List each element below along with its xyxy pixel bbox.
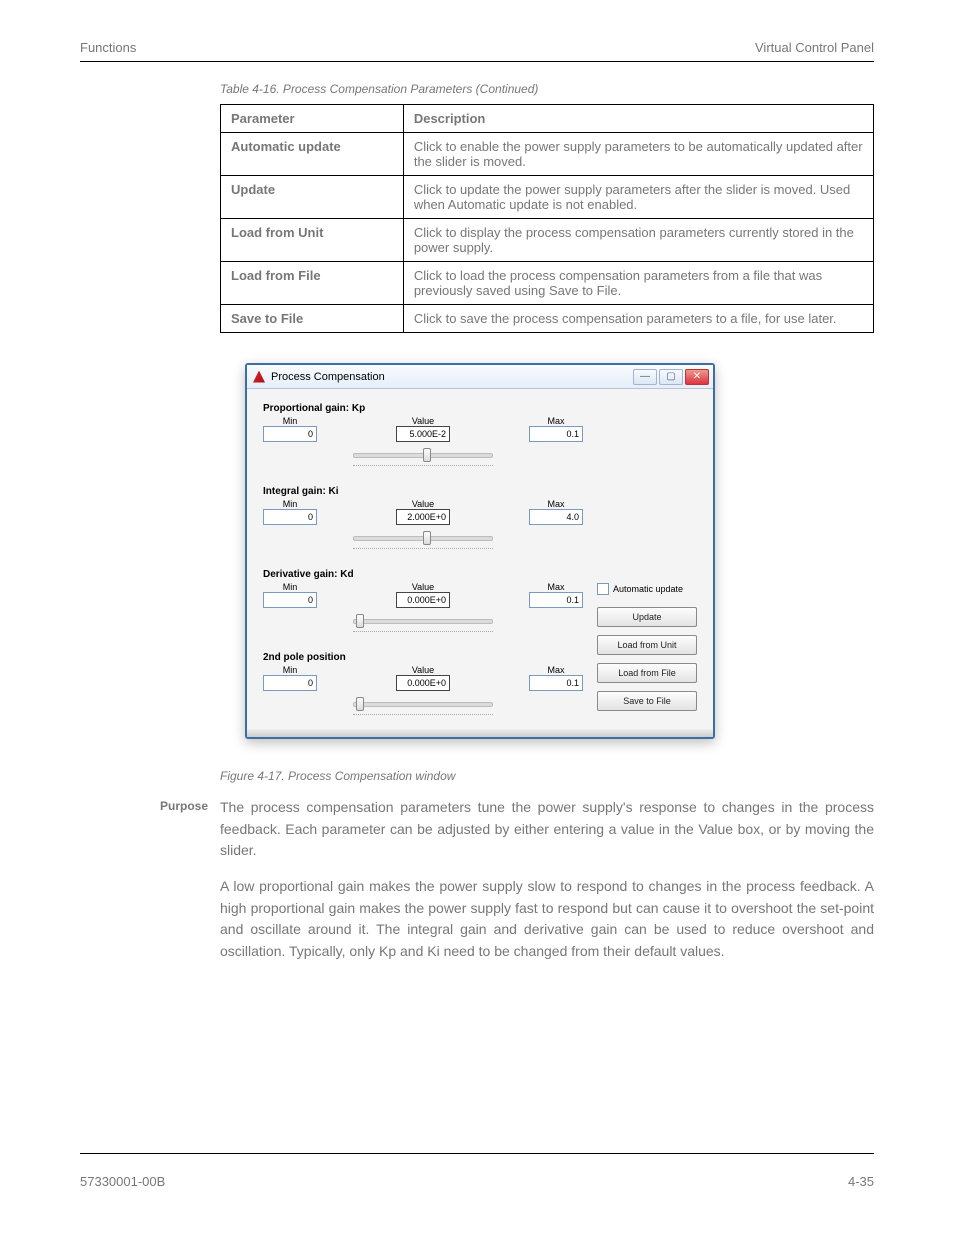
param-name: Load from File xyxy=(221,262,404,305)
app-icon xyxy=(253,371,265,383)
page-header: Functions Virtual Control Panel xyxy=(80,40,874,55)
value-input[interactable]: 5.000E-2 xyxy=(396,426,450,442)
table-header-parameter: Parameter xyxy=(221,105,404,133)
value-label: Value xyxy=(412,416,434,426)
max-input[interactable]: 0.1 xyxy=(529,592,583,608)
header-rule xyxy=(80,61,874,62)
slider-group: Integral gain: Ki Min 0 Value 2.000E+0 M… xyxy=(263,486,583,549)
footer-rule xyxy=(80,1153,874,1154)
slider-label: Derivative gain: Kd xyxy=(263,569,583,580)
param-desc: Click to enable the power supply paramet… xyxy=(403,133,873,176)
param-name: Update xyxy=(221,176,404,219)
slider-thumb[interactable] xyxy=(356,614,364,628)
min-label: Min xyxy=(283,582,298,592)
param-desc: Click to load the process compensation p… xyxy=(403,262,873,305)
max-label: Max xyxy=(547,582,564,592)
body-paragraph-2: A low proportional gain makes the power … xyxy=(220,876,874,963)
param-name: Automatic update xyxy=(221,133,404,176)
parameter-table: Parameter Description Automatic updateCl… xyxy=(220,104,874,333)
slider-group: Derivative gain: Kd Min 0 Value 0.000E+0… xyxy=(263,569,583,632)
close-button[interactable]: ✕ xyxy=(685,369,709,385)
slider-label: Proportional gain: Kp xyxy=(263,403,583,414)
value-input[interactable]: 0.000E+0 xyxy=(396,592,450,608)
max-label: Max xyxy=(547,416,564,426)
min-label: Min xyxy=(283,665,298,675)
footer-left: 57330001-00B xyxy=(80,1174,165,1189)
max-label: Max xyxy=(547,499,564,509)
max-input[interactable]: 4.0 xyxy=(529,509,583,525)
value-input[interactable]: 0.000E+0 xyxy=(396,675,450,691)
load-from-unit-button[interactable]: Load from Unit xyxy=(597,635,697,655)
param-desc: Click to update the power supply paramet… xyxy=(403,176,873,219)
dialog-title: Process Compensation xyxy=(271,371,385,383)
value-label: Value xyxy=(412,582,434,592)
save-to-file-button[interactable]: Save to File xyxy=(597,691,697,711)
update-button[interactable]: Update xyxy=(597,607,697,627)
slider-thumb[interactable] xyxy=(356,697,364,711)
table-caption: Table 4-16. Process Compensation Paramet… xyxy=(220,82,874,96)
header-right: Virtual Control Panel xyxy=(755,40,874,55)
min-input[interactable]: 0 xyxy=(263,592,317,608)
param-desc: Click to save the process compensation p… xyxy=(403,305,873,333)
maximize-button[interactable]: ▢ xyxy=(659,369,683,385)
dialog-titlebar[interactable]: Process Compensation — ▢ ✕ xyxy=(247,365,713,389)
slider-track[interactable] xyxy=(353,531,493,549)
table-row: UpdateClick to update the power supply p… xyxy=(221,176,874,219)
table-row: Automatic updateClick to enable the powe… xyxy=(221,133,874,176)
table-row: Load from UnitClick to display the proce… xyxy=(221,219,874,262)
header-left: Functions xyxy=(80,40,136,55)
min-input[interactable]: 0 xyxy=(263,426,317,442)
figure-caption: Figure 4-17. Process Compensation window xyxy=(220,769,874,783)
footer-right: 4-35 xyxy=(848,1174,874,1189)
slider-group: 2nd pole position Min 0 Value 0.000E+0 M… xyxy=(263,652,583,715)
table-row: Load from FileClick to load the process … xyxy=(221,262,874,305)
min-input[interactable]: 0 xyxy=(263,509,317,525)
table-header-row: Parameter Description xyxy=(221,105,874,133)
load-from-file-button[interactable]: Load from File xyxy=(597,663,697,683)
value-input[interactable]: 2.000E+0 xyxy=(396,509,450,525)
min-label: Min xyxy=(283,499,298,509)
value-label: Value xyxy=(412,665,434,675)
body-paragraph-1: The process compensation parameters tune… xyxy=(220,797,874,862)
param-name: Save to File xyxy=(221,305,404,333)
slider-label: 2nd pole position xyxy=(263,652,583,663)
max-input[interactable]: 0.1 xyxy=(529,675,583,691)
table-row: Save to FileClick to save the process co… xyxy=(221,305,874,333)
slider-track[interactable] xyxy=(353,697,493,715)
minimize-button[interactable]: — xyxy=(633,369,657,385)
min-label: Min xyxy=(283,416,298,426)
param-name: Load from Unit xyxy=(221,219,404,262)
slider-track[interactable] xyxy=(353,448,493,466)
process-compensation-window: Process Compensation — ▢ ✕ Proportional … xyxy=(245,363,715,739)
max-input[interactable]: 0.1 xyxy=(529,426,583,442)
automatic-update-checkbox[interactable]: Automatic update xyxy=(597,583,697,595)
table-header-description: Description xyxy=(403,105,873,133)
max-label: Max xyxy=(547,665,564,675)
purpose-heading: Purpose xyxy=(160,799,208,813)
automatic-update-label: Automatic update xyxy=(613,584,683,594)
slider-thumb[interactable] xyxy=(423,531,431,545)
min-input[interactable]: 0 xyxy=(263,675,317,691)
slider-label: Integral gain: Ki xyxy=(263,486,583,497)
page-footer: 57330001-00B 4-35 xyxy=(80,1174,874,1189)
checkbox-icon xyxy=(597,583,609,595)
slider-group: Proportional gain: Kp Min 0 Value 5.000E… xyxy=(263,403,583,466)
value-label: Value xyxy=(412,499,434,509)
param-desc: Click to display the process compensatio… xyxy=(403,219,873,262)
slider-track[interactable] xyxy=(353,614,493,632)
slider-thumb[interactable] xyxy=(423,448,431,462)
